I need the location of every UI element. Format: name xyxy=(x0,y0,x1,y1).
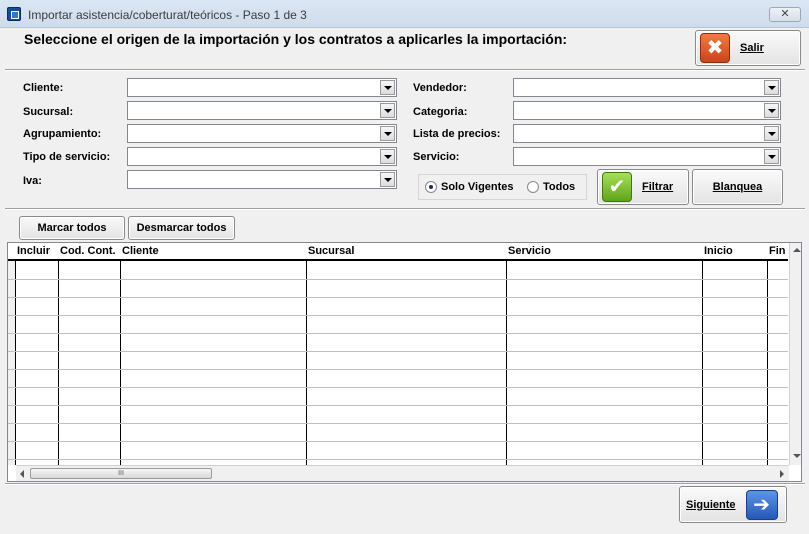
col-cliente[interactable]: Cliente xyxy=(122,245,159,257)
grid-column-line xyxy=(306,261,307,465)
chevron-down-icon[interactable] xyxy=(380,149,395,164)
todos-label[interactable]: Todos xyxy=(543,181,575,193)
table-row[interactable] xyxy=(8,297,788,298)
col-cod-cont[interactable]: Cod. Cont. xyxy=(60,245,116,257)
next-button-label: Siguiente xyxy=(686,498,736,511)
row-indicator-column xyxy=(8,261,16,465)
title-bar: Importar asistencia/coberturat/teóricos … xyxy=(0,0,809,28)
horizontal-scrollbar[interactable]: III xyxy=(16,465,789,481)
filter-button[interactable]: ✔ Filtrar xyxy=(597,169,689,205)
todos-radio[interactable] xyxy=(527,181,539,193)
table-row[interactable] xyxy=(8,333,788,334)
vertical-scrollbar[interactable] xyxy=(789,243,801,465)
agrupamiento-select[interactable] xyxy=(127,124,397,143)
clear-filters-button[interactable]: Blanquea xyxy=(692,169,783,205)
categoria-select[interactable] xyxy=(513,101,781,120)
deselect-all-label: Desmarcar todos xyxy=(136,222,227,234)
solo-vigentes-radio[interactable] xyxy=(425,181,437,193)
chevron-down-icon[interactable] xyxy=(380,172,395,187)
footer-divider xyxy=(5,483,805,485)
scroll-right-icon[interactable] xyxy=(780,470,784,478)
vendedor-select[interactable] xyxy=(513,78,781,97)
scroll-up-icon[interactable] xyxy=(793,248,801,252)
grid-column-line xyxy=(767,261,768,465)
chevron-down-icon[interactable] xyxy=(764,149,779,164)
grid-column-line xyxy=(506,261,507,465)
select-all-label: Marcar todos xyxy=(37,222,107,234)
filter-label-cliente: Cliente: xyxy=(23,82,64,94)
deselect-all-button[interactable]: Desmarcar todos xyxy=(128,216,235,240)
clear-filters-label: Blanquea xyxy=(712,181,763,193)
app-icon xyxy=(7,7,21,21)
arrow-right-icon: ➔ xyxy=(745,489,778,520)
table-row[interactable] xyxy=(8,369,788,370)
iva-select[interactable] xyxy=(127,170,397,189)
sucursal-select[interactable] xyxy=(127,101,397,120)
filter-label-servicio: Servicio: xyxy=(413,151,460,163)
filter-label-iva: Iva: xyxy=(23,175,42,187)
chevron-down-icon[interactable] xyxy=(380,103,395,118)
col-sucursal[interactable]: Sucursal xyxy=(308,245,354,257)
table-row[interactable] xyxy=(8,423,788,424)
header-divider xyxy=(5,69,805,71)
table-row[interactable] xyxy=(8,315,788,316)
filter-divider xyxy=(5,208,805,210)
exit-button-label: Salir xyxy=(740,42,764,54)
contracts-grid[interactable]: Incluir Cod. Cont. Cliente Sucursal Serv… xyxy=(7,242,802,482)
vigencia-radio-group: Solo Vigentes Todos xyxy=(418,174,587,200)
grid-header: Incluir Cod. Cont. Cliente Sucursal Serv… xyxy=(8,243,788,261)
scroll-left-icon[interactable] xyxy=(20,470,24,478)
next-button[interactable]: Siguiente ➔ xyxy=(679,486,787,523)
table-row[interactable] xyxy=(8,279,788,280)
grid-column-line xyxy=(120,261,121,465)
col-servicio[interactable]: Servicio xyxy=(508,245,551,257)
select-all-button[interactable]: Marcar todos xyxy=(19,216,125,240)
chevron-down-icon[interactable] xyxy=(764,126,779,141)
window-title: Importar asistencia/coberturat/teóricos … xyxy=(28,8,307,22)
filter-label-agrupamiento: Agrupamiento: xyxy=(23,128,102,140)
chevron-down-icon[interactable] xyxy=(380,80,395,95)
filter-label-lista-precios: Lista de precios: xyxy=(413,128,501,140)
table-row[interactable] xyxy=(8,387,788,388)
exit-button[interactable]: ✖ Salir xyxy=(695,30,801,66)
checkmark-icon: ✔ xyxy=(602,172,632,202)
solo-vigentes-label[interactable]: Solo Vigentes xyxy=(441,181,514,193)
filter-label-tipo-servicio: Tipo de servicio: xyxy=(23,151,111,163)
chevron-down-icon[interactable] xyxy=(764,103,779,118)
scroll-down-icon[interactable] xyxy=(793,454,801,458)
window-close-button[interactable]: ✕ xyxy=(769,7,801,22)
table-row[interactable] xyxy=(8,405,788,406)
table-row[interactable] xyxy=(8,459,788,460)
table-row[interactable] xyxy=(8,351,788,352)
filter-label-vendedor: Vendedor: xyxy=(413,82,467,94)
col-inicio[interactable]: Inicio xyxy=(704,245,733,257)
table-row[interactable] xyxy=(8,441,788,442)
col-incluir[interactable]: Incluir xyxy=(17,245,50,257)
tipo-servicio-select[interactable] xyxy=(127,147,397,166)
close-icon: ✖ xyxy=(700,33,730,63)
filter-label-sucursal: Sucursal: xyxy=(23,106,74,118)
chevron-down-icon[interactable] xyxy=(380,126,395,141)
chevron-down-icon[interactable] xyxy=(764,80,779,95)
grid-column-line xyxy=(58,261,59,465)
grid-column-line xyxy=(702,261,703,465)
cliente-select[interactable] xyxy=(127,78,397,97)
filter-button-label: Filtrar xyxy=(642,181,674,193)
horizontal-scroll-thumb[interactable]: III xyxy=(30,468,212,479)
page-title: Seleccione el origen de la importación y… xyxy=(24,31,568,47)
filter-label-categoria: Categoria: xyxy=(413,106,468,118)
col-fin[interactable]: Fin xyxy=(769,245,786,257)
lista-precios-select[interactable] xyxy=(513,124,781,143)
servicio-select[interactable] xyxy=(513,147,781,166)
